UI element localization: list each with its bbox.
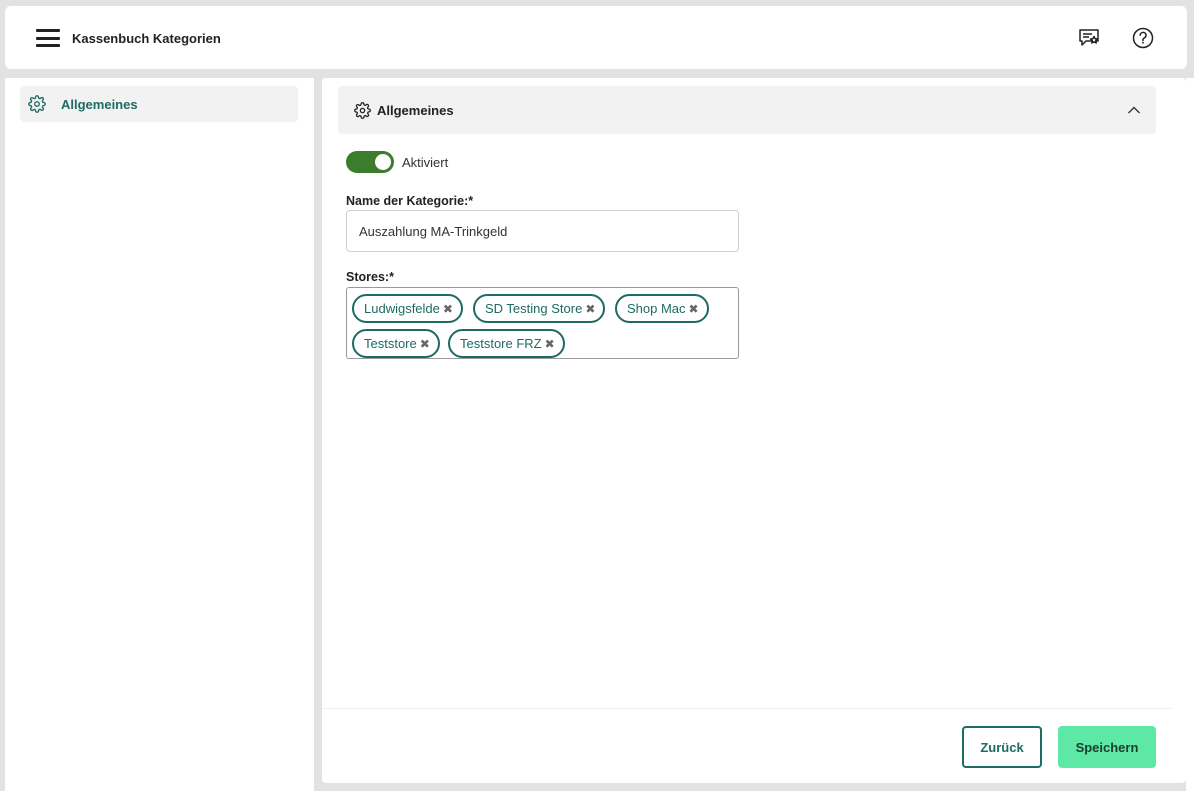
stores-multiselect[interactable]: Ludwigsfelde ✖ SD Testing Store ✖ Shop Mac… [346, 287, 739, 359]
remove-chip-icon[interactable]: ✖ [585, 303, 595, 315]
active-toggle-label: Aktiviert [402, 155, 449, 170]
section-header-allgemeines[interactable]: Allgemeines [338, 86, 1156, 134]
sidebar-item-allgemeines[interactable]: Allgemeines [20, 86, 298, 122]
store-chip: Ludwigsfelde ✖ [352, 294, 463, 323]
name-field-label: Name der Kategorie:* [346, 194, 474, 208]
remove-chip-icon[interactable]: ✖ [443, 303, 453, 315]
help-icon[interactable] [1132, 27, 1154, 49]
store-chip: SD Testing Store ✖ [473, 294, 606, 323]
store-chip: Shop Mac ✖ [615, 294, 709, 323]
toggle-knob [375, 154, 391, 170]
gear-icon [28, 95, 46, 113]
footer-divider [322, 708, 1172, 709]
hamburger-icon[interactable] [36, 29, 60, 47]
app-header: Kassenbuch Kategorien [5, 6, 1187, 69]
store-chip: Teststore FRZ ✖ [448, 329, 565, 358]
gear-icon [353, 101, 371, 119]
stores-field-label: Stores:* [346, 270, 394, 284]
remove-chip-icon[interactable]: ✖ [689, 303, 699, 315]
scrollbar-track[interactable] [1186, 78, 1194, 791]
feedback-icon[interactable] [1078, 27, 1100, 49]
active-toggle[interactable] [346, 151, 394, 173]
back-button[interactable]: Zurück [962, 726, 1042, 768]
page-title: Kassenbuch Kategorien [72, 31, 221, 46]
section-title: Allgemeines [377, 102, 454, 118]
store-chip: Teststore ✖ [352, 329, 440, 358]
form-area: Allgemeines Aktiviert Name der Kategorie… [322, 78, 1172, 708]
remove-chip-icon[interactable]: ✖ [420, 338, 430, 350]
sidebar-item-label: Allgemeines [61, 96, 138, 112]
remove-chip-icon[interactable]: ✖ [545, 338, 555, 350]
category-name-input[interactable] [346, 210, 739, 252]
main-panel: Allgemeines Aktiviert Name der Kategorie… [322, 78, 1186, 783]
sidebar: Allgemeines [5, 78, 314, 791]
save-button[interactable]: Speichern [1058, 726, 1156, 768]
chevron-up-icon[interactable] [1126, 102, 1142, 118]
